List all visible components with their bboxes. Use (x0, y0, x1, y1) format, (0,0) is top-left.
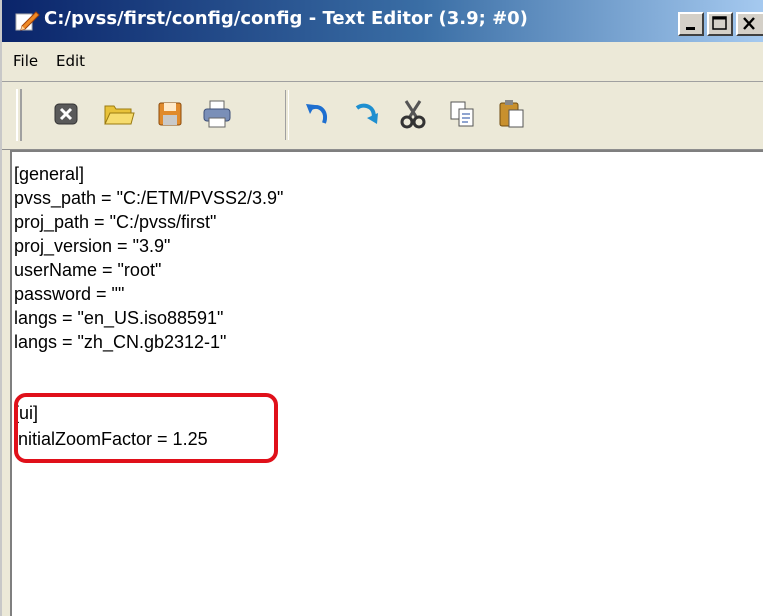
menu-edit[interactable]: Edit (56, 52, 85, 70)
window-title: C:/pvss/first/config/config - Text Edito… (44, 8, 528, 29)
copy-button[interactable] (444, 96, 480, 132)
toolbar-separator (285, 90, 289, 140)
editor-line-8: langs = "zh_CN.gb2312-1" (14, 332, 227, 352)
undo-button[interactable] (298, 96, 334, 132)
editor-line-11: initialZoomFactor = 1.25 (14, 429, 208, 449)
print-icon (203, 100, 231, 128)
redo-button[interactable] (349, 96, 385, 132)
copy-icon (450, 101, 474, 127)
editor-line-5: userName = "root" (14, 260, 162, 280)
save-button[interactable] (152, 96, 188, 132)
editor-line-10: [ui] (14, 403, 39, 423)
close-button[interactable] (736, 12, 763, 36)
maximize-button[interactable] (707, 12, 733, 36)
editor-line-4: proj_version = "3.9" (14, 236, 171, 256)
edit-pencil-icon (15, 11, 40, 31)
editor-line-2: pvss_path = "C:/ETM/PVSS2/3.9" (14, 188, 284, 208)
paste-icon (499, 100, 524, 128)
minimize-icon (686, 27, 695, 30)
minimize-button[interactable] (678, 12, 704, 36)
title-bar[interactable]: C:/pvss/first/config/config - Text Edito… (2, 0, 763, 42)
open-button[interactable] (101, 96, 137, 132)
toolbar-grip[interactable] (16, 89, 22, 141)
editor-line-6: password = "" (14, 284, 125, 304)
paste-button[interactable] (493, 96, 529, 132)
editor-line-7: langs = "en_US.iso88591" (14, 308, 224, 328)
cut-icon (400, 100, 426, 129)
close-file-icon (54, 103, 78, 125)
editor-text-area[interactable]: [general] pvss_path = "C:/ETM/PVSS2/3.9"… (10, 150, 763, 616)
open-folder-icon (104, 105, 135, 125)
print-button[interactable] (199, 96, 235, 132)
maximize-icon (712, 16, 727, 30)
close-file-button[interactable] (48, 96, 84, 132)
menu-file[interactable]: File (13, 52, 38, 70)
text-editor-window: C:/pvss/first/config/config - Text Edito… (0, 0, 763, 616)
toolbar (2, 82, 763, 150)
redo-icon (355, 103, 378, 124)
cut-button[interactable] (395, 96, 431, 132)
editor-line-1: [general] (14, 164, 85, 184)
save-icon (158, 102, 182, 126)
editor-line-3: proj_path = "C:/pvss/first" (14, 212, 217, 232)
menu-bar: File Edit (2, 42, 763, 82)
undo-icon (306, 104, 327, 124)
close-icon (743, 17, 755, 30)
